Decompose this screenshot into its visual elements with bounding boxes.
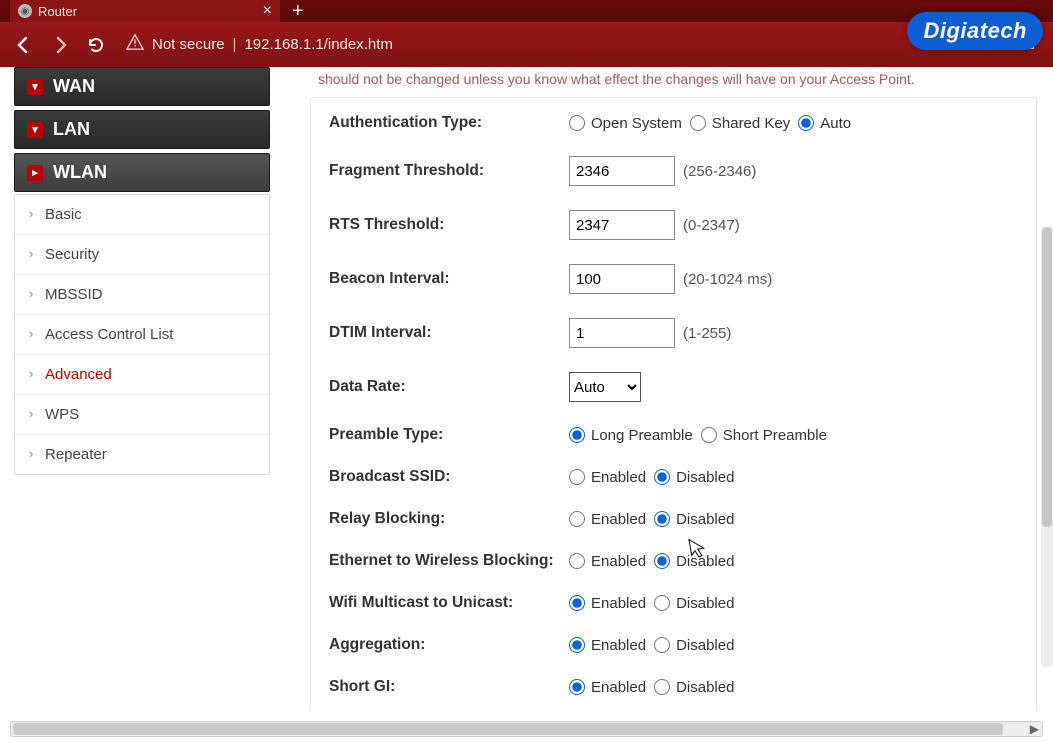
- url-text: 192.168.1.1/index.htm: [244, 36, 392, 53]
- forward-button[interactable]: [44, 29, 76, 61]
- auth-shared[interactable]: Shared Key: [690, 115, 790, 132]
- browser-tab[interactable]: ◉ Router ×: [10, 0, 280, 22]
- scroll-thumb[interactable]: [1042, 227, 1052, 527]
- separator: |: [233, 36, 237, 53]
- row-fragment: Fragment Threshold: (256-2346): [311, 144, 1036, 198]
- arrow-left-icon: [14, 35, 34, 55]
- page-content: ▾ WAN ▾ LAN ▸ WLAN Basic Security MBSSID…: [0, 67, 1053, 743]
- browser-toolbar: Not secure | 192.168.1.1/index.htm: [0, 22, 1053, 67]
- datarate-select[interactable]: Auto: [569, 372, 641, 402]
- eth2w-disabled[interactable]: Disabled: [654, 553, 734, 570]
- hint-text: should not be changed unless you know wh…: [310, 67, 1037, 97]
- row-broadcast-ssid: Broadcast SSID: Enabled Disabled: [311, 456, 1036, 498]
- sidebar-item-acl[interactable]: Access Control List: [15, 315, 269, 355]
- row-auth-type: Authentication Type: Open System Shared …: [311, 102, 1036, 144]
- shortgi-enabled[interactable]: Enabled: [569, 679, 646, 696]
- warning-icon: [126, 33, 144, 56]
- aggr-disabled[interactable]: Disabled: [654, 637, 734, 654]
- row-relay: Relay Blocking: Enabled Disabled: [311, 498, 1036, 540]
- sidebar-item-repeater[interactable]: Repeater: [15, 435, 269, 474]
- row-eth-wireless-block: Ethernet to Wireless Blocking: Enabled D…: [311, 540, 1036, 582]
- mcast-disabled[interactable]: Disabled: [654, 595, 734, 612]
- address-bar[interactable]: Not secure | 192.168.1.1/index.htm: [116, 29, 1005, 61]
- logo-text: Digiatech: [923, 18, 1027, 44]
- horizontal-scrollbar[interactable]: ▶: [10, 721, 1043, 737]
- advanced-form: Authentication Type: Open System Shared …: [310, 97, 1037, 711]
- reload-button[interactable]: [80, 29, 112, 61]
- row-datarate: Data Rate: Auto: [311, 360, 1036, 414]
- arrow-right-icon: [50, 35, 70, 55]
- new-tab-button[interactable]: +: [280, 0, 316, 23]
- row-aggregation: Aggregation: Enabled Disabled: [311, 624, 1036, 666]
- chevron-right-icon[interactable]: ▶: [1030, 722, 1039, 736]
- browser-tab-bar: ◉ Router × +: [0, 0, 1053, 22]
- mcast-enabled[interactable]: Enabled: [569, 595, 646, 612]
- bssid-disabled[interactable]: Disabled: [654, 469, 734, 486]
- beacon-input[interactable]: [569, 264, 675, 294]
- tab-title: Router: [38, 4, 77, 19]
- row-beacon: Beacon Interval: (20-1024 ms): [311, 252, 1036, 306]
- eth2w-enabled[interactable]: Enabled: [569, 553, 646, 570]
- chevron-down-icon: ▾: [27, 122, 43, 138]
- sidebar-submenu-wlan: Basic Security MBSSID Access Control Lis…: [14, 194, 270, 475]
- row-rts: RTS Threshold: (0-2347): [311, 198, 1036, 252]
- nav-label: LAN: [53, 119, 90, 140]
- sidebar-item-mbssid[interactable]: MBSSID: [15, 275, 269, 315]
- shortgi-disabled[interactable]: Disabled: [654, 679, 734, 696]
- relay-disabled[interactable]: Disabled: [654, 511, 734, 528]
- preamble-long[interactable]: Long Preamble: [569, 427, 693, 444]
- auth-auto[interactable]: Auto: [798, 115, 851, 132]
- sidebar-item-wps[interactable]: WPS: [15, 395, 269, 435]
- globe-icon: ◉: [18, 4, 32, 18]
- sidebar-section-wlan[interactable]: ▸ WLAN: [14, 153, 270, 192]
- sidebar-section-lan[interactable]: ▾ LAN: [14, 110, 270, 149]
- back-button[interactable]: [8, 29, 40, 61]
- chevron-right-icon: ▸: [27, 165, 43, 181]
- sidebar-section-wan[interactable]: ▾ WAN: [14, 67, 270, 106]
- nav-label: WAN: [53, 76, 95, 97]
- sidebar-item-basic[interactable]: Basic: [15, 195, 269, 235]
- sidebar: ▾ WAN ▾ LAN ▸ WLAN Basic Security MBSSID…: [14, 67, 270, 479]
- close-icon[interactable]: ×: [263, 2, 272, 20]
- watermark-logo: Digiatech: [907, 12, 1043, 50]
- vertical-scrollbar[interactable]: [1041, 227, 1053, 667]
- sidebar-item-advanced[interactable]: Advanced: [15, 355, 269, 395]
- not-secure-label: Not secure: [152, 36, 225, 53]
- preamble-short[interactable]: Short Preamble: [701, 427, 827, 444]
- dtim-input[interactable]: [569, 318, 675, 348]
- rts-input[interactable]: [569, 210, 675, 240]
- fragment-input[interactable]: [569, 156, 675, 186]
- bssid-enabled[interactable]: Enabled: [569, 469, 646, 486]
- chevron-down-icon: ▾: [27, 79, 43, 95]
- row-multicast: Wifi Multicast to Unicast: Enabled Disab…: [311, 582, 1036, 624]
- row-shortgi: Short GI: Enabled Disabled: [311, 666, 1036, 708]
- reload-icon: [86, 35, 106, 55]
- scroll-thumb[interactable]: [13, 723, 1003, 735]
- sidebar-item-security[interactable]: Security: [15, 235, 269, 275]
- row-dtim: DTIM Interval: (1-255): [311, 306, 1036, 360]
- nav-label: WLAN: [53, 162, 107, 183]
- auth-open[interactable]: Open System: [569, 115, 682, 132]
- row-preamble: Preamble Type: Long Preamble Short Pream…: [311, 414, 1036, 456]
- main-panel: should not be changed unless you know wh…: [300, 67, 1047, 711]
- relay-enabled[interactable]: Enabled: [569, 511, 646, 528]
- aggr-enabled[interactable]: Enabled: [569, 637, 646, 654]
